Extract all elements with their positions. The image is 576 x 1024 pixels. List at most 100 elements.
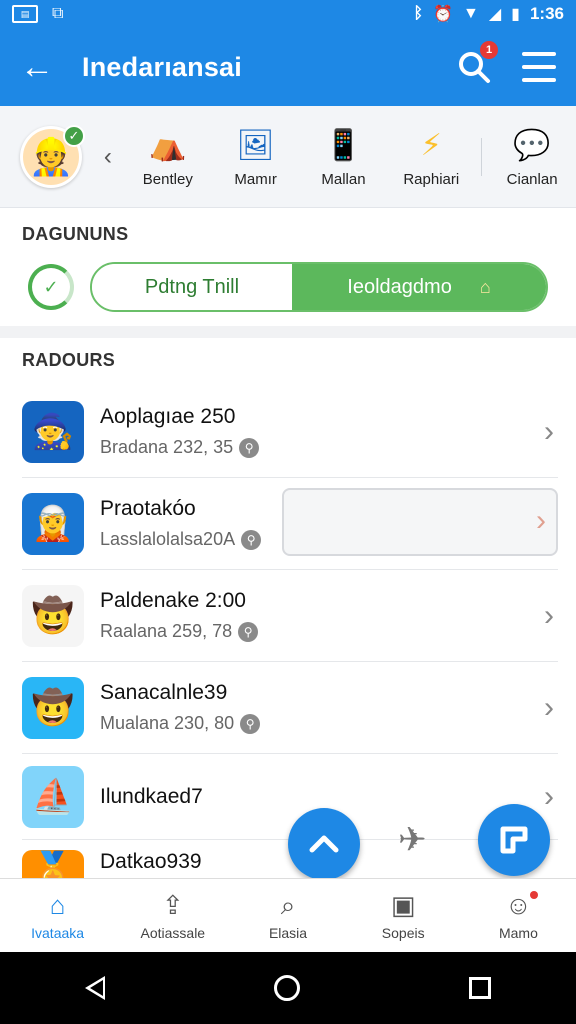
alarm-icon: ⏰ <box>433 6 453 23</box>
category-label: Bentley <box>142 171 193 188</box>
notification-dot <box>530 891 539 899</box>
list-item-title: Ilundkaed7 <box>100 784 203 808</box>
location-pin-icon: ⌂ <box>479 276 491 297</box>
cast-icon: ⧉ <box>52 5 64 22</box>
avatar[interactable]: 👷 ✓ <box>20 124 85 188</box>
category-label: Mamır <box>234 171 277 188</box>
bottom-nav: ⌂ Ivataaka ⇪ Aotiassale ⌕ Elasia ▣ Sopei… <box>0 878 576 952</box>
category-item[interactable]: 📱 Mallan <box>300 125 388 189</box>
list-item[interactable]: ⛵ Ilundkaed7 › <box>22 754 558 840</box>
app-thumbnail: 🧙 <box>22 400 84 463</box>
nav-item-notes[interactable]: ▣ Sopeis <box>346 879 461 952</box>
nav-item-upload[interactable]: ⇪ Aotiassale <box>115 879 230 952</box>
menu-icon[interactable] <box>522 52 556 82</box>
list-item-meta: Mualana 230, 80 <box>100 713 235 733</box>
battery-icon: ▮ <box>511 6 520 23</box>
info-icon: ⚲ <box>239 437 260 458</box>
bolt-icon: ⚡ <box>420 128 442 162</box>
app-thumbnail: 🧝 <box>22 492 84 555</box>
list-item-meta: Raalana 259, 78 <box>100 621 233 641</box>
system-home-icon[interactable] <box>273 975 300 1001</box>
note-icon: ▣ <box>390 890 416 920</box>
divider <box>481 137 483 176</box>
layout-icon <box>500 826 528 854</box>
selection-box[interactable]: › <box>282 488 558 556</box>
send-icon[interactable]: ✈ <box>398 820 427 860</box>
list-item[interactable]: 🧙 Aoplagıae 250 Bradana 232, 35 ⚲ › <box>22 386 558 478</box>
list-item-meta: Bradana 232, 35 <box>100 437 234 457</box>
nav-item-home[interactable]: ⌂ Ivataaka <box>0 879 115 952</box>
chevron-right-icon: › <box>544 598 554 632</box>
list-item-title: Praotakóo <box>100 497 196 520</box>
system-back-icon[interactable] <box>84 976 105 1000</box>
category-label: Mallan <box>321 171 366 188</box>
sim-icon: ▤ <box>12 5 38 23</box>
check-icon: ✓ <box>62 124 85 147</box>
list-item-meta: Lasslalolalsa20A <box>100 529 236 549</box>
category-item[interactable]: 💬 Cianlan <box>488 125 576 189</box>
nav-label: Elasia <box>268 924 308 941</box>
app-thumbnail: 🤠 <box>22 676 84 739</box>
category-item[interactable]: 🖼 Mamır <box>212 125 300 189</box>
signal-icon: ◢ <box>488 6 502 23</box>
nav-label: Mamo <box>498 924 538 941</box>
segmented-control: Pdtng Tnill Ieoldagdmo ⌂ <box>90 262 548 312</box>
info-icon: ⚲ <box>240 713 261 734</box>
app-thumbnail: ⛵ <box>22 765 84 828</box>
nav-item-profile[interactable]: ☺ Mamo <box>461 879 576 952</box>
status-bar: ▤ ⧉ ᛒ ⏰ ▼ ◢ ▮ 1:36 <box>0 0 576 28</box>
category-label: Cianlan <box>506 171 558 188</box>
bluetooth-icon: ᛒ <box>413 5 424 22</box>
back-arrow-icon[interactable]: ← <box>20 50 60 84</box>
search-icon: ⌕ <box>280 889 296 920</box>
list-item-title: Datkao939 <box>100 850 202 873</box>
upload-icon: ⇪ <box>161 890 184 920</box>
app-bar: ← Inedarıansai 1 <box>0 28 576 106</box>
category-item[interactable]: ⛺ Bentley <box>124 125 212 189</box>
info-icon: ⚲ <box>241 529 262 550</box>
page-title: Inedarıansai <box>82 51 242 82</box>
expand-fab-button[interactable] <box>288 808 360 880</box>
category-label: Raphiari <box>403 171 460 188</box>
list-item[interactable]: 🤠 Paldenake 2:00 Raalana 259, 78 ⚲ › <box>22 570 558 662</box>
nav-item-search[interactable]: ⌕ Elasia <box>230 879 345 952</box>
nav-label: Ivataaka <box>31 924 85 941</box>
progress-ring-icon[interactable]: ✓ <box>28 264 74 310</box>
nav-label: Sopeis <box>381 924 425 941</box>
system-recents-icon[interactable] <box>469 977 492 999</box>
segment-option-2[interactable]: Ieoldagdmo ⌂ <box>292 264 546 310</box>
category-strip: 👷 ✓ ‹ ⛺ Bentley 🖼 Mamır 📱 Mallan ⚡ Raphia… <box>0 106 576 208</box>
nav-label: Aotiassale <box>140 924 206 941</box>
profile-icon: ☺ <box>505 890 532 920</box>
system-nav-bar <box>0 952 576 1024</box>
compose-fab-button[interactable] <box>478 804 550 876</box>
status-time: 1:36 <box>529 4 564 23</box>
chat-icon: 💬 <box>513 128 551 162</box>
list-item[interactable]: 🤠 Sanacalnle39 Mualana 230, 80 ⚲ › <box>22 662 558 754</box>
notification-badge: 1 <box>480 41 498 59</box>
chevron-right-icon: › <box>536 504 546 537</box>
app-thumbnail: 🤠 <box>22 584 84 647</box>
divider <box>0 326 576 338</box>
search-button[interactable]: 1 <box>456 41 498 85</box>
chevron-left-icon[interactable]: ‹ <box>104 143 112 171</box>
chevron-right-icon: › <box>544 690 554 724</box>
chevron-icon <box>309 835 339 853</box>
info-icon: ⚲ <box>238 621 259 642</box>
section-title: RADOURS <box>22 350 116 370</box>
section-title: DAGUNUNS <box>22 224 129 244</box>
list-item-title: Aoplagıae 250 <box>100 405 236 428</box>
tablet-icon: 🖼 <box>236 128 275 162</box>
segment-option-1[interactable]: Pdtng Tnill <box>92 264 292 310</box>
category-item[interactable]: ⚡ Raphiari <box>387 125 475 189</box>
toggle-row: ✓ Pdtng Tnill Ieoldagdmo ⌂ <box>0 250 576 324</box>
segment-option-label: Ieoldagdmo <box>347 275 452 298</box>
home-icon: ⌂ <box>49 890 66 920</box>
chevron-right-icon: › <box>544 779 554 813</box>
phone-icon: 📱 <box>324 128 363 162</box>
tent-icon: ⛺ <box>149 128 187 162</box>
list-item-title: Sanacalnle39 <box>100 681 228 704</box>
list-item-title: Paldenake 2:00 <box>100 589 246 612</box>
list-item[interactable]: 🧝 Praotakóo Lasslalolalsa20A ⚲ › <box>22 478 558 570</box>
chevron-right-icon: › <box>544 414 554 448</box>
